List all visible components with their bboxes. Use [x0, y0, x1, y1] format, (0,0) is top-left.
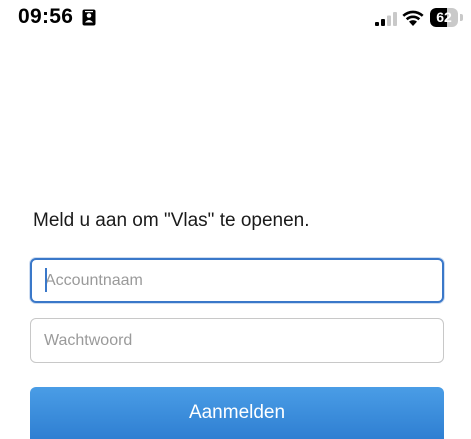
text-caret	[45, 268, 47, 292]
battery-level: 62	[436, 9, 452, 25]
status-bar: 09:56 62	[0, 0, 471, 44]
cellular-signal-icon	[375, 12, 397, 26]
sign-in-prompt: Meld u aan om "Vlas" te openen.	[33, 210, 310, 231]
account-name-input[interactable]	[30, 258, 444, 303]
battery-icon: 62	[430, 8, 464, 27]
login-screen: 09:56 62 Meld u aan om "Vlas" te openen.…	[0, 0, 471, 439]
id-card-icon	[82, 9, 96, 26]
status-time: 09:56	[18, 5, 74, 28]
password-input[interactable]	[30, 318, 444, 363]
wifi-icon	[402, 10, 424, 26]
sign-in-button[interactable]: Aanmelden	[30, 387, 444, 439]
